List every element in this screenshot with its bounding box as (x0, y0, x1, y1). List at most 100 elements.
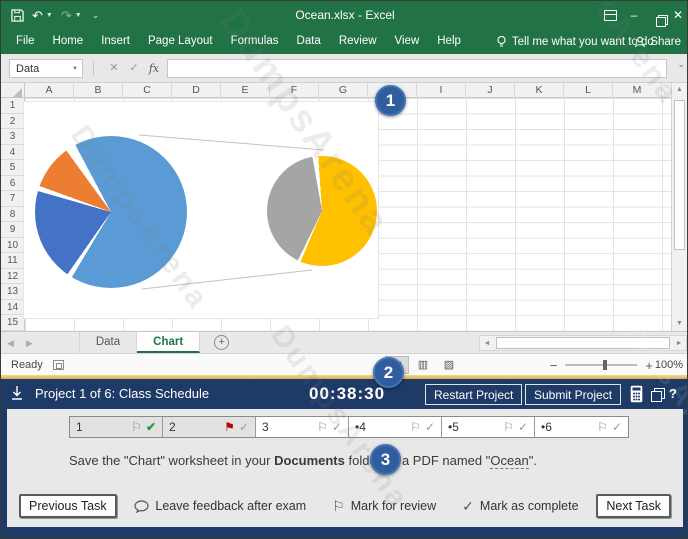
leave-feedback-action[interactable]: Leave feedback after exam (134, 499, 306, 513)
row-header[interactable]: 5 (1, 160, 24, 176)
row-header[interactable]: 8 (1, 207, 24, 223)
tab-page-layout[interactable]: Page Layout (139, 29, 222, 54)
column-header[interactable]: F (270, 83, 319, 98)
scroll-right-icon[interactable]: ► (672, 340, 686, 347)
task-tab-5[interactable]: •5 ⚐✓ (442, 417, 535, 437)
column-header[interactable]: A (25, 83, 74, 98)
check-icon[interactable]: ✓ (332, 420, 342, 434)
column-header[interactable]: B (74, 83, 123, 98)
zoom-slider-handle[interactable] (603, 360, 607, 370)
popout-window-icon[interactable] (651, 388, 663, 400)
sheet-nav-right-icon[interactable]: ▶ (20, 332, 39, 353)
horizontal-scroll-thumb[interactable] (496, 337, 670, 349)
close-button[interactable]: ✕ (667, 1, 688, 29)
zoom-out-button[interactable]: − (550, 358, 558, 373)
row-header[interactable]: 2 (1, 114, 24, 130)
macro-record-icon[interactable] (53, 360, 64, 370)
task-tab-6[interactable]: •6 ⚐✓ (535, 417, 628, 437)
column-header[interactable]: I (417, 83, 466, 98)
row-header[interactable]: 9 (1, 222, 24, 238)
vertical-scrollbar[interactable]: ▲ ▼ (671, 83, 687, 331)
tab-insert[interactable]: Insert (92, 29, 139, 54)
name-box[interactable]: Data ▼ (9, 59, 83, 78)
column-header[interactable]: G (319, 83, 368, 98)
check-icon[interactable]: ✓ (518, 420, 528, 434)
task-tab-3[interactable]: 3 ⚐✓ (256, 417, 349, 437)
flag-icon[interactable]: ⚐ (503, 420, 514, 434)
column-header[interactable]: L (564, 83, 613, 98)
scroll-up-icon[interactable]: ▲ (672, 83, 687, 97)
help-icon[interactable]: ? (669, 379, 677, 409)
zoom-in-button[interactable]: + (645, 358, 653, 373)
flag-icon[interactable]: ⚐ (597, 420, 608, 434)
secondary-pie[interactable] (267, 156, 377, 266)
check-icon[interactable]: ✔ (146, 420, 156, 434)
column-header[interactable]: K (515, 83, 564, 98)
next-task-button[interactable]: Next Task (596, 494, 671, 518)
enter-entry-icon[interactable]: ✓ (125, 59, 143, 78)
name-box-dropdown-icon[interactable]: ▼ (72, 66, 78, 72)
previous-task-button[interactable]: Previous Task (19, 494, 117, 518)
column-header[interactable]: D (172, 83, 221, 98)
ribbon-display-options-icon[interactable] (604, 10, 617, 21)
page-break-view-button[interactable]: ▨ (437, 356, 461, 374)
insert-function-icon[interactable]: fx (145, 59, 163, 78)
zoom-slider[interactable] (565, 364, 637, 366)
tab-home[interactable]: Home (44, 29, 93, 54)
row-header[interactable]: 10 (1, 238, 24, 254)
submit-project-button[interactable]: Submit Project (525, 384, 621, 405)
mark-for-review-action[interactable]: ⚐ Mark for review (332, 498, 436, 515)
tab-file[interactable]: File (7, 29, 44, 54)
scroll-left-icon[interactable]: ◄ (480, 340, 494, 347)
sheet-nav-left-icon[interactable]: ◀ (1, 332, 20, 353)
flag-icon[interactable]: ⚐ (410, 420, 421, 434)
select-all-corner[interactable] (1, 83, 25, 98)
main-pie[interactable] (35, 136, 187, 288)
tell-me-box[interactable]: Tell me what you want to do (496, 35, 654, 49)
sheet-tab-chart[interactable]: Chart (137, 332, 200, 353)
sheet-tab-data[interactable]: Data (79, 332, 137, 353)
row-header[interactable]: 4 (1, 145, 24, 161)
row-header[interactable]: 14 (1, 300, 24, 316)
column-header[interactable]: M (613, 83, 662, 98)
formula-input[interactable] (167, 59, 667, 78)
expand-formula-bar-icon[interactable]: ⌄ (677, 59, 685, 70)
tab-help[interactable]: Help (428, 29, 470, 54)
row-header[interactable]: 6 (1, 176, 24, 192)
task-tab-4[interactable]: •4 ⚐✓ (349, 417, 442, 437)
check-icon[interactable]: ✓ (239, 420, 249, 434)
row-header[interactable]: 7 (1, 191, 24, 207)
page-layout-view-button[interactable]: ▥ (411, 356, 435, 374)
column-header[interactable]: E (221, 83, 270, 98)
row-header[interactable]: 12 (1, 269, 24, 285)
scroll-down-icon[interactable]: ▼ (672, 317, 687, 331)
flag-icon[interactable]: ⚐ (131, 420, 142, 434)
tab-review[interactable]: Review (330, 29, 386, 54)
row-header[interactable]: 11 (1, 253, 24, 269)
share-button[interactable]: Share (634, 36, 681, 48)
mark-as-complete-action[interactable]: ✓ Mark as complete (462, 498, 578, 515)
row-header[interactable]: 3 (1, 129, 24, 145)
tab-data[interactable]: Data (288, 29, 330, 54)
row-header[interactable]: 13 (1, 284, 24, 300)
collapse-panel-icon[interactable] (11, 386, 23, 401)
task-tab-2[interactable]: 2 ⚑✓ (163, 417, 256, 437)
calculator-icon[interactable] (630, 385, 643, 403)
check-icon[interactable]: ✓ (612, 420, 622, 434)
vertical-scroll-thumb[interactable] (674, 100, 685, 250)
task-tab-1[interactable]: 1 ⚐✔ (70, 417, 163, 437)
pie-of-pie-chart[interactable] (23, 101, 379, 319)
new-sheet-button[interactable]: + (214, 335, 229, 350)
tab-formulas[interactable]: Formulas (222, 29, 288, 54)
row-header[interactable]: 1 (1, 98, 24, 114)
flag-icon[interactable]: ⚑ (224, 420, 235, 434)
tab-view[interactable]: View (386, 29, 429, 54)
column-header[interactable]: C (123, 83, 172, 98)
check-icon[interactable]: ✓ (425, 420, 435, 434)
zoom-level[interactable]: 100% (655, 354, 683, 376)
minimize-button[interactable]: – (623, 1, 645, 29)
row-header[interactable]: 15 (1, 315, 24, 331)
restart-project-button[interactable]: Restart Project (425, 384, 522, 405)
flag-icon[interactable]: ⚐ (317, 420, 328, 434)
cancel-entry-icon[interactable]: ✕ (105, 59, 123, 78)
